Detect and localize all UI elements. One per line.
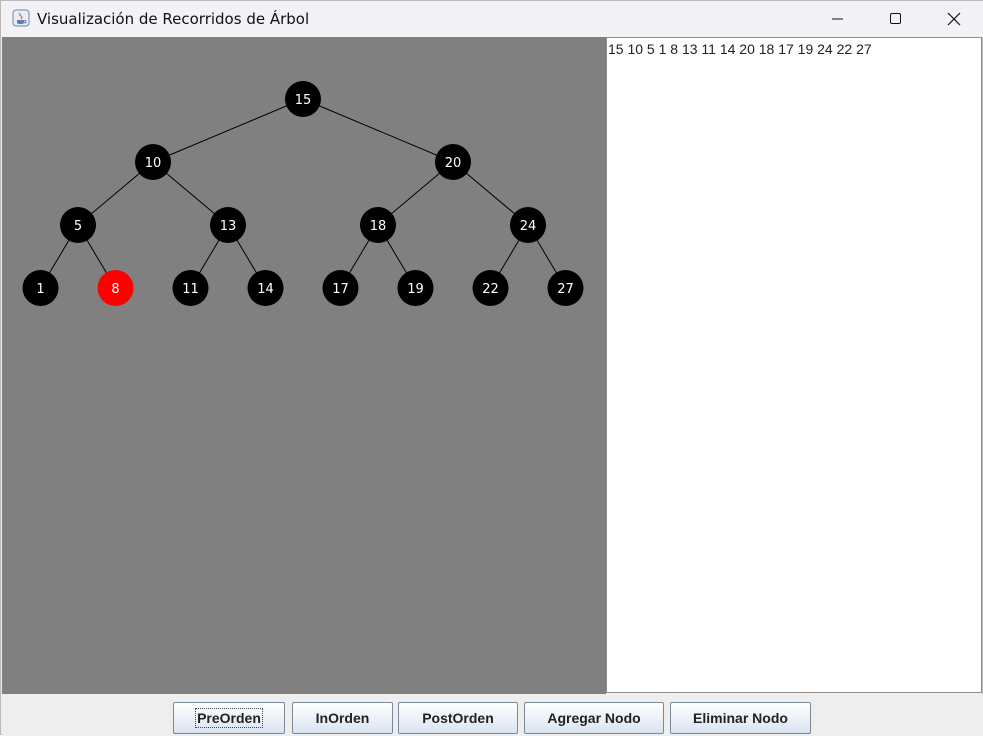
tree-node-label: 15 [295, 93, 312, 108]
tree-node-18[interactable]: 18 [360, 207, 396, 243]
minimize-button[interactable] [809, 1, 867, 37]
tree-node-label: 5 [74, 219, 82, 234]
tree-node-label: 8 [111, 282, 119, 297]
tree-node-label: 13 [220, 219, 237, 234]
tree-node-1[interactable]: 1 [22, 270, 59, 306]
tree-node-17[interactable]: 17 [322, 270, 359, 306]
tree-node-label: 24 [520, 219, 537, 234]
minimize-icon [832, 18, 843, 20]
tree-node-label: 1 [36, 282, 44, 297]
tree-node-24[interactable]: 24 [510, 207, 546, 243]
tree-drawing: 1510 205 13 18 241 8 11 14 17 19 22 27 [22, 81, 584, 306]
tree-node-5[interactable]: 5 [60, 207, 96, 243]
preorden-button-label: PreOrden [195, 708, 263, 728]
close-icon [947, 12, 961, 26]
tree-node-13[interactable]: 13 [210, 207, 246, 243]
inorden-button-label: InOrden [315, 710, 370, 726]
inorden-button[interactable]: InOrden [292, 702, 393, 734]
tree-node-label: 19 [407, 282, 424, 297]
eliminar-nodo-button[interactable]: Eliminar Nodo [670, 702, 811, 734]
tree-node-8[interactable]: 8 [97, 270, 134, 306]
maximize-button[interactable] [867, 1, 925, 37]
tree-node-11[interactable]: 11 [172, 270, 209, 306]
agregar-nodo-button[interactable]: Agregar Nodo [524, 702, 664, 734]
tree-node-22[interactable]: 22 [472, 270, 509, 306]
tree-node-19[interactable]: 19 [397, 270, 434, 306]
tree-edge-15-20 [302, 98, 454, 163]
tree-node-label: 22 [482, 282, 499, 297]
traversal-output-area[interactable]: 15 10 5 1 8 13 11 14 20 18 17 19 24 22 2… [606, 37, 982, 693]
app-window: Visualización de Recorridos de Árbol 15 1… [0, 0, 983, 736]
window-title: Visualización de Recorridos de Árbol [37, 10, 310, 28]
title-bar[interactable]: Visualización de Recorridos de Árbol [1, 1, 983, 37]
tree-node-14[interactable]: 14 [247, 270, 284, 306]
preorden-button[interactable]: PreOrden [173, 702, 285, 734]
eliminar-nodo-button-label: Eliminar Nodo [693, 710, 788, 726]
java-app-icon [12, 9, 30, 27]
tree-node-label: 17 [332, 282, 349, 297]
tree-node-label: 18 [370, 219, 387, 234]
tree-node-27[interactable]: 27 [547, 270, 584, 306]
tree-node-10[interactable]: 10 [135, 144, 171, 180]
tree-node-label: 11 [182, 282, 199, 297]
tree-node-15[interactable]: 15 [285, 81, 321, 117]
postorden-button-label: PostOrden [422, 710, 494, 726]
maximize-icon [890, 13, 901, 24]
tree-canvas: 15 10 20 5 13 18 24 1 8 11 14 17 19 22 27 [2, 37, 606, 694]
agregar-nodo-button-label: Agregar Nodo [547, 710, 641, 726]
tree-node-20[interactable]: 20 [435, 144, 471, 180]
traversal-result-text: 15 10 5 1 8 13 11 14 20 18 17 19 24 22 2… [608, 41, 872, 57]
button-bar: PreOrden InOrden PostOrden Agregar Nodo … [2, 694, 983, 736]
tree-node-label: 10 [145, 156, 162, 171]
close-button[interactable] [925, 1, 983, 37]
tree-edge-15-10 [152, 98, 304, 163]
postorden-button[interactable]: PostOrden [398, 702, 518, 734]
tree-node-label: 14 [257, 282, 274, 297]
tree-node-label: 20 [445, 156, 462, 171]
tree-edges [40, 98, 566, 289]
tree-node-label: 27 [557, 282, 574, 297]
